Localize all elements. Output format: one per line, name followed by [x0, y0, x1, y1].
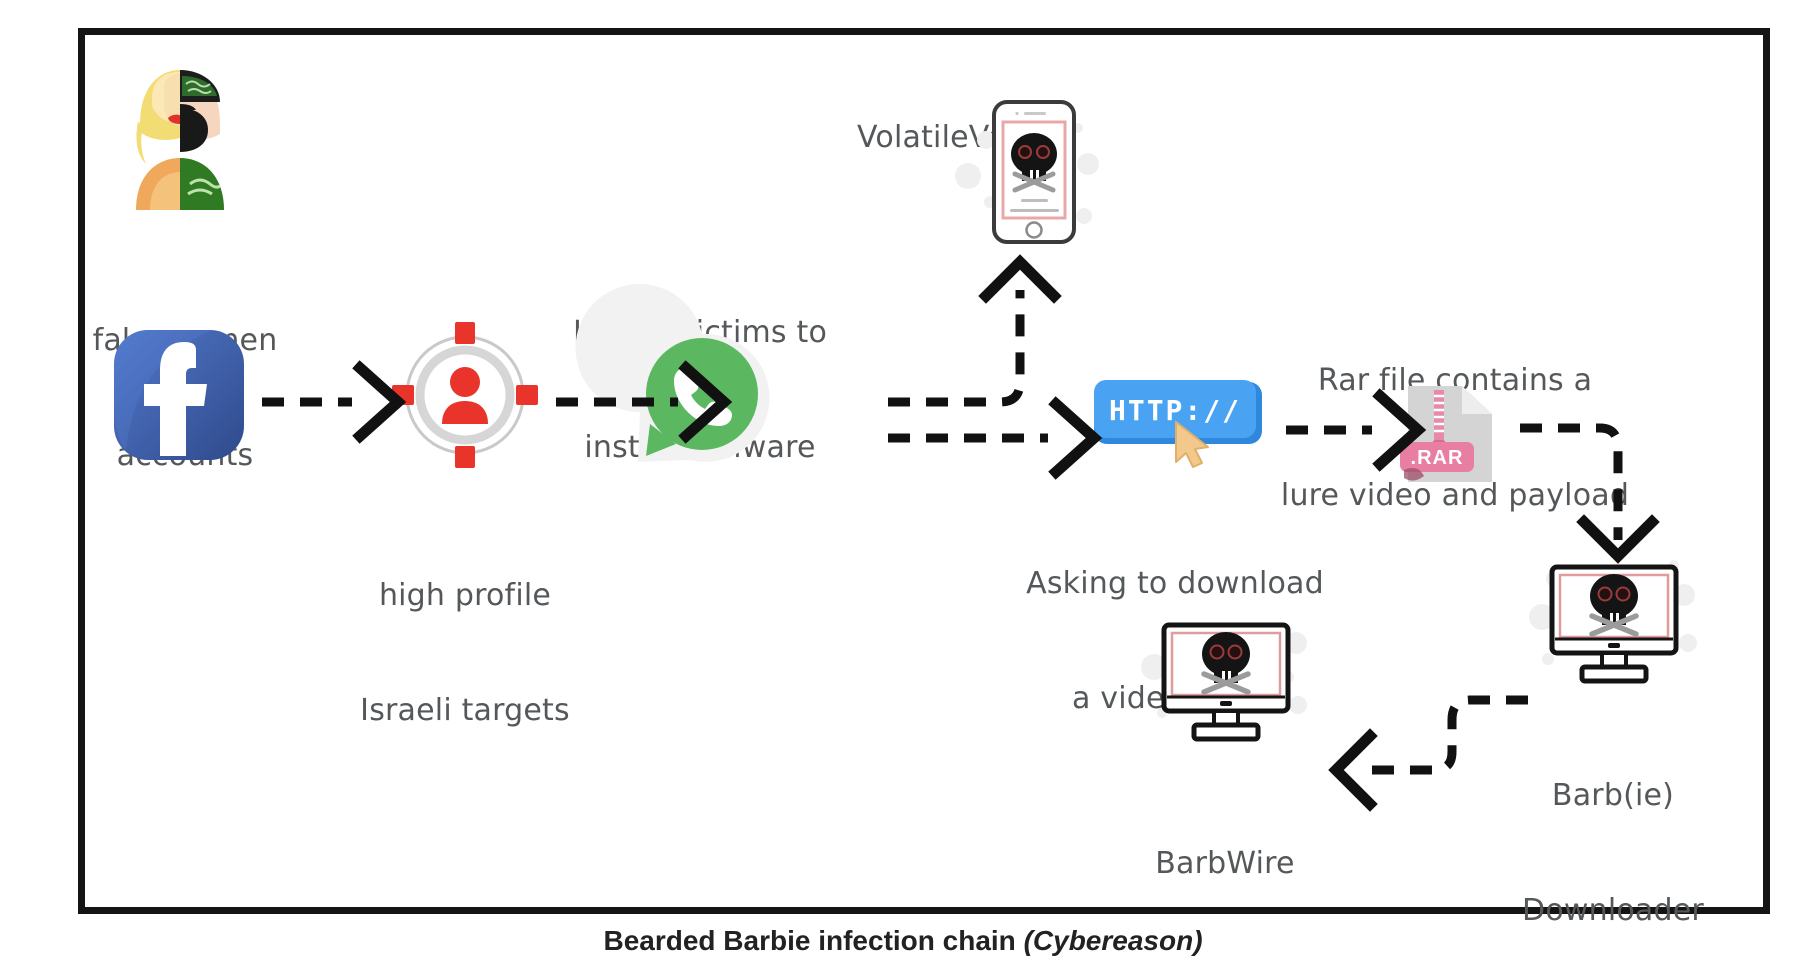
caption-title: Bearded Barbie infection chain — [603, 925, 1016, 956]
whatsapp-icon — [575, 284, 772, 468]
high-profile-line2: Israeli targets — [360, 692, 570, 728]
high-profile-line1: high profile — [378, 577, 552, 613]
infection-chain-figure: fake women accounts — [0, 0, 1806, 962]
barbwire-line1: BarbWire — [1155, 845, 1295, 881]
barbie-downloader-label: Barb(ie) Downloader — [1503, 700, 1723, 962]
facebook-icon — [112, 328, 246, 462]
caption-source: (Cybereason) — [1023, 925, 1203, 956]
high-profile-targets-label: high profile Israeli targets — [340, 500, 590, 807]
rar-badge-text: .RAR — [1411, 447, 1464, 469]
infected-phone-icon — [952, 92, 1112, 252]
target-person-icon — [390, 320, 540, 470]
two-faced-persona-icon — [110, 60, 250, 210]
http-link-icon: HTTP:// — [1090, 378, 1270, 468]
infected-desktop-icon-barbwire — [1140, 613, 1310, 753]
rar-file-icon: .RAR — [1400, 378, 1500, 490]
figure-caption: Bearded Barbie infection chain (Cybereas… — [0, 925, 1806, 957]
barbie-line1: Barb(ie) — [1551, 777, 1675, 813]
infected-desktop-icon-barbie — [1528, 555, 1698, 695]
